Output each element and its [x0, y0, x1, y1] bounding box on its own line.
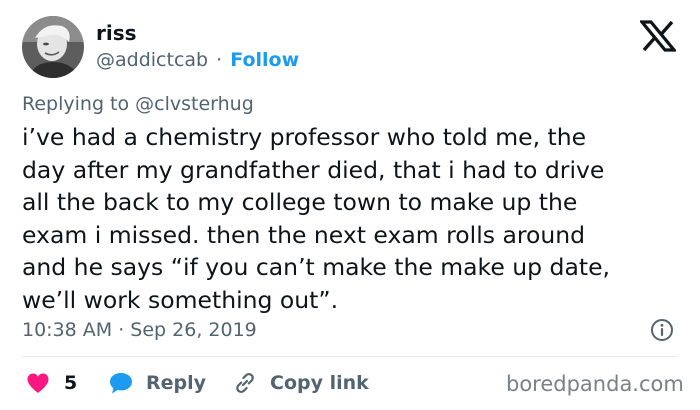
copy-link-label: Copy link	[270, 372, 369, 394]
info-icon[interactable]	[650, 318, 674, 342]
author-handle-row: @addictcab · Follow	[96, 48, 299, 72]
divider	[22, 356, 678, 357]
link-icon	[236, 373, 254, 393]
x-logo-icon[interactable]	[638, 20, 678, 52]
follow-button[interactable]: Follow	[230, 49, 299, 71]
like-button[interactable]: 5	[26, 369, 77, 397]
tweet-line: and he says “if you can’t make the make …	[22, 253, 610, 281]
replying-to[interactable]: Replying to @clvsterhug	[22, 92, 254, 116]
tweet-timestamp[interactable]: 10:38 AM · Sep 26, 2019	[22, 318, 257, 342]
tweet-line: we’ll work something out”.	[22, 285, 339, 314]
reply-label: Reply	[146, 372, 207, 394]
watermark: boredpanda.com	[506, 372, 684, 396]
avatar[interactable]	[22, 16, 84, 78]
tweet-line: day after my grandfather died, that i ha…	[22, 155, 605, 184]
tweet-line: exam i missed. then the next exam rolls …	[22, 220, 586, 249]
author-handle[interactable]: @addictcab	[96, 49, 208, 71]
heart-icon	[27, 373, 49, 393]
tweet-line: i’ve had a chemistry professor who told …	[22, 123, 587, 151]
separator-dot: ·	[216, 49, 223, 71]
display-name[interactable]: riss	[96, 20, 137, 46]
like-count: 5	[64, 372, 78, 394]
avatar-image	[22, 16, 84, 78]
tweet-line: all the back to my college town to make …	[22, 188, 578, 216]
copy-link-button[interactable]: Copy link	[232, 369, 369, 397]
speech-bubble-icon	[110, 373, 132, 394]
reply-button[interactable]: Reply	[108, 369, 206, 397]
tweet-text: i’ve had a chemistry professor who told …	[22, 121, 682, 316]
